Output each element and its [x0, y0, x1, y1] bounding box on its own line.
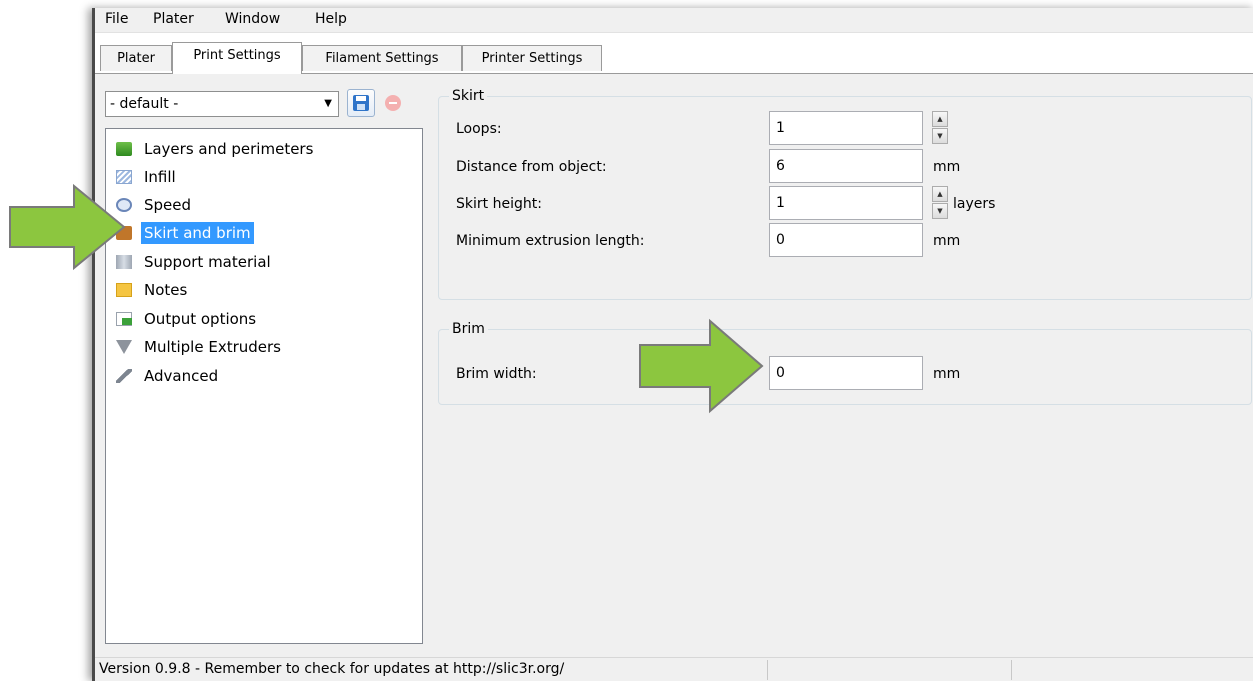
spin-up-icon[interactable]: ▲ [932, 186, 948, 202]
skirt-height-input[interactable]: 1 [769, 186, 923, 220]
preset-dropdown[interactable]: - default - ▼ [105, 91, 339, 117]
spin-down-icon[interactable]: ▼ [932, 203, 948, 219]
status-bar: Version 0.9.8 - Remember to check for up… [95, 657, 1253, 681]
tab-printer-settings[interactable]: Printer Settings [462, 45, 602, 71]
distance-label: Distance from object: [456, 159, 607, 175]
brim-width-input[interactable]: 0 [769, 356, 923, 390]
menu-file[interactable]: File [105, 11, 128, 27]
skirt-group: Skirt Loops: 1 ▲ ▼ Distance from object:… [438, 88, 1252, 300]
status-divider [767, 660, 768, 680]
layers-icon [116, 142, 132, 156]
category-label: Support material [144, 253, 271, 271]
skirt-height-label: Skirt height: [456, 196, 542, 212]
category-label: Advanced [144, 367, 219, 385]
tab-plater[interactable]: Plater [100, 45, 172, 71]
wrench-icon [116, 369, 132, 383]
status-text: Version 0.9.8 - Remember to check for up… [99, 661, 565, 677]
delete-icon [385, 95, 401, 111]
menu-bar: File Plater Window Help [95, 8, 1253, 33]
loops-input[interactable]: 1 [769, 111, 923, 145]
spin-down-icon[interactable]: ▼ [932, 128, 948, 144]
status-divider [1011, 660, 1012, 680]
brim-width-label: Brim width: [456, 366, 537, 382]
category-label: Notes [144, 281, 188, 299]
settings-category-list: Layers and perimeters Infill Speed Skirt… [105, 128, 423, 644]
floppy-disk-icon [353, 95, 369, 111]
min-extrusion-input[interactable]: 0 [769, 223, 923, 257]
category-label: Output options [144, 310, 257, 328]
save-preset-button[interactable] [347, 89, 375, 117]
category-label: Layers and perimeters [144, 140, 314, 158]
tab-filament-settings[interactable]: Filament Settings [302, 45, 462, 71]
preset-selected: - default - [110, 96, 179, 112]
min-extrusion-unit: mm [933, 233, 961, 249]
annotation-arrow-icon [9, 183, 126, 271]
annotation-arrow-icon [639, 318, 764, 414]
skirt-height-spinner[interactable]: ▲ ▼ [932, 186, 948, 220]
funnel-icon [116, 340, 132, 354]
brim-group-title: Brim [449, 321, 488, 337]
dropdown-arrow-icon: ▼ [324, 98, 332, 109]
brim-width-unit: mm [933, 366, 961, 382]
loops-spinner[interactable]: ▲ ▼ [932, 111, 948, 145]
background-margin [0, 0, 92, 681]
loops-label: Loops: [456, 121, 502, 137]
min-extrusion-label: Minimum extrusion length: [456, 233, 645, 249]
tab-print-settings[interactable]: Print Settings [172, 42, 302, 74]
category-label: Speed [144, 196, 192, 214]
spin-up-icon[interactable]: ▲ [932, 111, 948, 127]
menu-plater[interactable]: Plater [153, 11, 194, 27]
delete-preset-button[interactable] [380, 89, 408, 117]
output-icon [116, 312, 132, 326]
tab-bar: Plater Print Settings Filament Settings … [95, 42, 1253, 74]
notes-icon [116, 283, 132, 297]
skirt-height-unit: layers [953, 196, 996, 212]
distance-unit: mm [933, 159, 961, 175]
menu-window[interactable]: Window [225, 11, 280, 27]
menu-help[interactable]: Help [315, 11, 347, 27]
category-label: Multiple Extruders [144, 338, 281, 356]
category-label: Infill [144, 168, 176, 186]
distance-input[interactable]: 6 [769, 149, 923, 183]
category-label: Skirt and brim [141, 222, 254, 244]
brim-group: Brim Brim width: 0 mm [438, 321, 1252, 405]
skirt-group-title: Skirt [449, 88, 488, 104]
